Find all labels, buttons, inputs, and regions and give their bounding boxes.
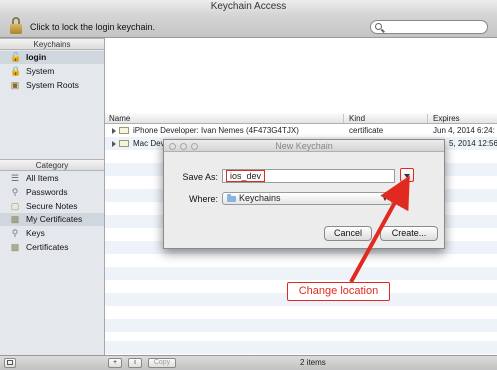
row-name: Mac Dev [133,139,165,148]
sidebar: Keychains 🔓 login 🔒 System ▣ System Root… [0,38,105,355]
sidebar-item-certificates[interactable]: ▩ Certificates [0,241,104,254]
lock-icon: 🔓 [10,52,22,62]
where-value: Keychains [239,193,281,203]
sidebar-item-label: Certificates [26,242,69,252]
row-expires: 5, 2014 12:56: [449,139,497,148]
sidebar-item-label: System [26,66,55,76]
lock-icon: 🔒 [10,66,22,76]
column-expires[interactable]: Expires [433,113,460,124]
sidebar-item-label: My Certificates [26,214,83,224]
lock-status-text: Click to lock the login keychain. [30,22,156,32]
all-items-icon: ☰ [10,173,20,183]
sidebar-item-all-items[interactable]: ☰ All Items [0,172,104,185]
sidebar-item-keys[interactable]: ⚲ Keys [0,227,104,240]
keychains-header: Keychains [0,38,104,50]
lock-icon[interactable] [10,17,22,34]
column-name[interactable]: Name [109,113,130,124]
sidebar-toggle-icon [7,360,13,365]
create-button[interactable]: Create... [380,226,438,241]
empty-row [105,267,497,280]
empty-row [105,319,497,332]
sidebar-item-system-roots[interactable]: ▣ System Roots [0,79,104,92]
sidebar-item-passwords[interactable]: ⚲ Passwords [0,186,104,199]
where-label: Where: [188,194,218,204]
folder-icon [227,194,236,202]
sidebar-item-secure-notes[interactable]: ▢ Secure Notes [0,200,104,213]
save-as-input[interactable]: ios_dev [222,169,395,183]
sidebar-item-label: System Roots [26,80,79,90]
close-icon[interactable] [169,143,176,150]
sidebar-item-label: Keys [26,228,45,238]
chevron-down-icon [404,174,410,178]
column-kind[interactable]: Kind [349,113,365,124]
window-title: Keychain Access [0,0,497,14]
sidebar-item-my-certificates[interactable]: ▩ My Certificates [0,213,104,226]
save-as-label: Save As: [182,172,218,182]
toolbar: Click to lock the login keychain. [0,14,497,38]
sidebar-item-login[interactable]: 🔓 login [0,51,104,64]
cabinet-icon: ▣ [10,80,20,90]
disclosure-triangle-icon[interactable] [112,141,116,147]
row-kind: certificate [349,126,384,135]
sidebar-toggle-button[interactable] [4,358,16,368]
minimize-icon[interactable] [180,143,187,150]
cancel-button[interactable]: Cancel [324,226,372,241]
sidebar-item-label: Passwords [26,187,68,197]
key-icon: ⚲ [11,187,19,197]
save-as-value: ios_dev [226,170,266,182]
info-button[interactable]: i [128,358,142,368]
updown-arrows-icon: ▲ ▼ [382,193,388,203]
table-header: Name Kind Expires [105,113,497,124]
category-header: Category [0,159,104,171]
zoom-icon[interactable] [191,143,198,150]
note-icon: ▢ [10,201,20,211]
certificate-icon: ▩ [10,242,20,252]
new-keychain-dialog: New Keychain Save As: ios_dev Where: Key… [163,139,445,249]
table-row[interactable]: iPhone Developer: Ivan Nemes (4F473G4TJX… [105,124,497,137]
dialog-title: New Keychain [164,140,444,152]
certificate-icon [119,127,129,134]
expand-dialog-button[interactable] [400,168,414,182]
sidebar-item-label: Secure Notes [26,201,78,211]
sidebar-item-system[interactable]: 🔒 System [0,65,104,78]
row-expires: Jun 4, 2014 6:24: [433,126,495,135]
certificate-icon [119,140,129,147]
dialog-title-text: New Keychain [275,141,333,151]
items-count: 2 items [300,358,326,367]
row-name: iPhone Developer: Ivan Nemes (4F473G4TJX… [133,126,299,135]
bottom-bar: + i Copy 2 items [0,355,497,370]
search-input[interactable] [370,20,488,34]
sidebar-item-label: login [26,52,47,62]
search-icon [375,23,382,30]
empty-row [105,341,497,354]
sidebar-item-label: All Items [26,173,59,183]
add-button[interactable]: + [108,358,122,368]
key-icon: ⚲ [11,228,19,238]
where-select[interactable]: Keychains ▲ ▼ [222,192,392,205]
disclosure-triangle-icon[interactable] [112,128,116,134]
copy-button[interactable]: Copy [148,358,176,368]
change-location-callout: Change location [287,282,390,301]
certificate-icon: ▩ [10,214,20,224]
